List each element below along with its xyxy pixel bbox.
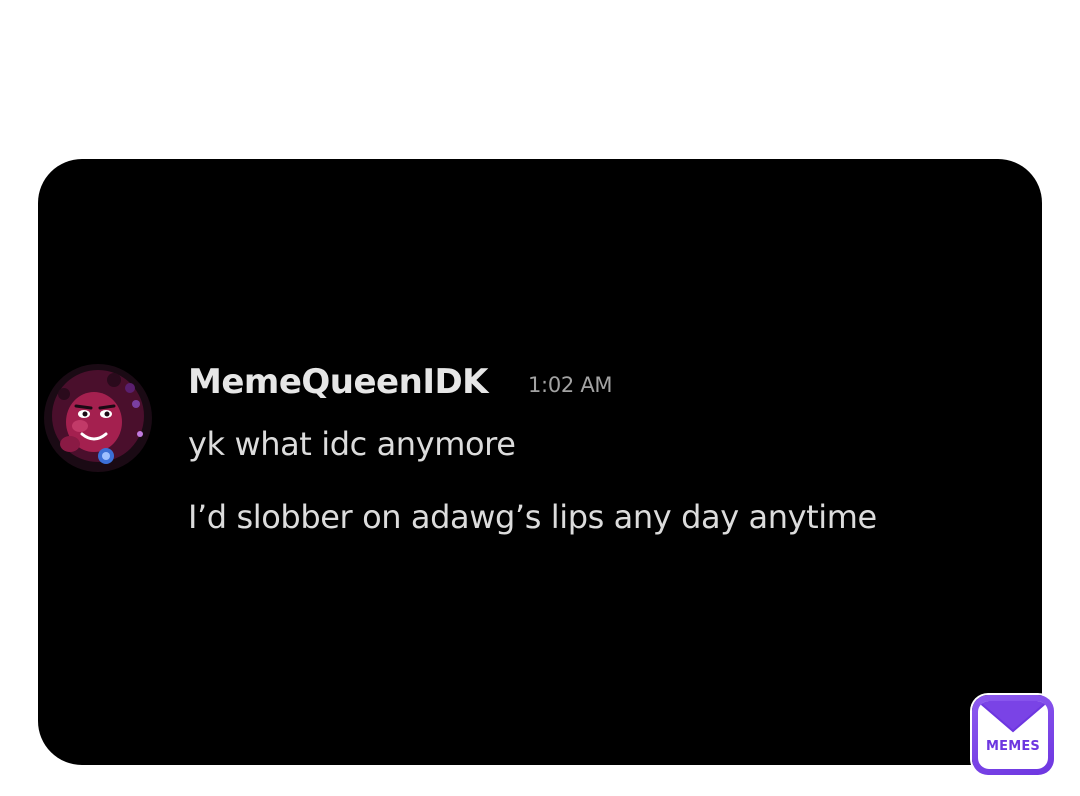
message-timestamp: 1:02 AM <box>528 373 613 397</box>
avatar-character-icon <box>44 364 152 472</box>
message-line-1: yk what idc anymore <box>188 425 516 463</box>
memes-badge-inner: MEMES <box>978 701 1048 769</box>
message-card: MemeQueenIDK 1:02 AM yk what idc anymore… <box>38 159 1042 765</box>
envelope-icon <box>978 701 1048 733</box>
memes-watermark-badge: MEMES <box>972 695 1054 775</box>
memes-badge-label: MEMES <box>986 739 1040 754</box>
chat-message: MemeQueenIDK 1:02 AM yk what idc anymore… <box>38 159 1042 765</box>
message-line-2: I’d slobber on adawg’s lips any day anyt… <box>188 498 877 536</box>
message-username[interactable]: MemeQueenIDK <box>188 362 489 402</box>
user-avatar[interactable] <box>44 364 152 472</box>
